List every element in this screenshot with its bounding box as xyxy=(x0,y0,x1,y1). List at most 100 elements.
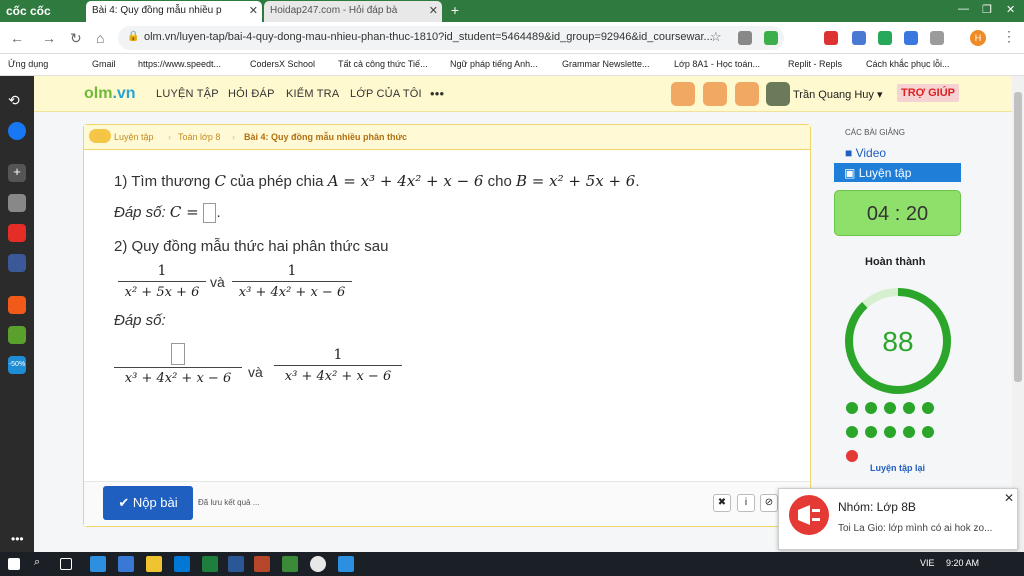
app-icon[interactable] xyxy=(90,556,106,572)
bookmark-codersx[interactable]: CodersX School xyxy=(250,59,315,69)
progress-dot[interactable] xyxy=(865,426,877,438)
new-tab-button[interactable]: + xyxy=(446,2,464,20)
star-icon[interactable]: ☆ xyxy=(710,29,722,45)
answer-1-input[interactable] xyxy=(203,203,217,224)
facebook-icon[interactable] xyxy=(8,254,26,272)
tab-hoidap[interactable]: Hoidap247.com - Hỏi đáp bà ✕ xyxy=(264,1,442,22)
shop-icon[interactable] xyxy=(8,296,26,314)
close-icon[interactable]: ✕ xyxy=(249,4,258,17)
bookmark-apps[interactable]: Ứng dụng xyxy=(8,59,48,69)
progress-dot[interactable] xyxy=(846,402,858,414)
menu-more[interactable]: ••• xyxy=(430,86,444,101)
user-name[interactable]: Trần Quang Huy ▾ xyxy=(793,88,883,101)
bookmark-gmail[interactable]: Gmail xyxy=(92,59,116,69)
bookmark-lop8a1[interactable]: Lớp 8A1 - Học toán... xyxy=(674,59,760,69)
reload-icon[interactable]: ↻ xyxy=(70,30,82,47)
extension-icon[interactable] xyxy=(852,31,866,45)
progress-dot[interactable] xyxy=(846,426,858,438)
menu-lop-cua-toi[interactable]: LỚP CỦA TÔI xyxy=(350,88,422,100)
breadcrumb-item[interactable]: Toán lớp 8 xyxy=(178,132,220,142)
app-icon[interactable] xyxy=(118,556,134,572)
word-icon[interactable] xyxy=(228,556,244,572)
close-icon[interactable]: ✖ xyxy=(713,494,731,512)
video-icon: ■ xyxy=(845,146,853,160)
url-field[interactable]: 🔒 olm.vn/luyen-tap/bai-4-quy-dong-mau-nh… xyxy=(118,26,784,50)
home-icon[interactable]: ⌂ xyxy=(96,30,104,46)
menu-kiem-tra[interactable]: KIỂM TRA xyxy=(286,88,339,100)
menu-hoi-dap[interactable]: HỎI ĐÁP xyxy=(228,88,275,100)
minimize-icon[interactable]: — xyxy=(958,3,969,15)
answer-2-label: Đáp số: xyxy=(114,312,166,329)
chrome-icon[interactable] xyxy=(310,556,326,572)
windows-start-icon[interactable] xyxy=(8,558,20,570)
progress-dot[interactable] xyxy=(884,402,896,414)
powerpoint-icon[interactable] xyxy=(254,556,270,572)
progress-dot[interactable] xyxy=(865,402,877,414)
progress-dot[interactable] xyxy=(903,426,915,438)
scrollbar-thumb[interactable] xyxy=(1014,92,1022,382)
search-icon[interactable]: ⌕ xyxy=(34,556,50,572)
menu-luyen-tap[interactable]: LUYỆN TẬP xyxy=(156,88,219,100)
progress-dot[interactable] xyxy=(903,402,915,414)
sale-badge[interactable]: -50% xyxy=(8,356,26,374)
folder-icon[interactable] xyxy=(146,556,162,572)
profile-icon[interactable] xyxy=(671,82,695,106)
forward-icon[interactable]: → xyxy=(42,30,56,46)
bookmark-replit[interactable]: Replit - Repls xyxy=(788,59,842,69)
help-button[interactable]: TRỢ GIÚP xyxy=(897,84,959,102)
site-logo[interactable]: olm.vn xyxy=(84,85,136,103)
youtube-icon[interactable] xyxy=(8,224,26,242)
answer-2-input[interactable] xyxy=(171,343,185,365)
bookmark-speedtest[interactable]: https://www.speedt... xyxy=(138,59,221,69)
shield-icon[interactable] xyxy=(738,31,752,45)
address-toolbar: ← → ↻ ⌂ 🔒 olm.vn/luyen-tap/bai-4-quy-don… xyxy=(0,22,1024,54)
back-icon[interactable]: ← xyxy=(10,30,24,46)
close-window-icon[interactable]: ✕ xyxy=(1006,3,1015,16)
more-icon[interactable]: ••• xyxy=(11,532,24,546)
clock[interactable]: 9:20 AM xyxy=(946,558,979,568)
store-icon[interactable] xyxy=(174,556,190,572)
menu-icon[interactable]: ⋮ xyxy=(1002,28,1016,45)
breadcrumb-item[interactable]: Luyện tập xyxy=(114,132,154,142)
coccoc-icon[interactable] xyxy=(282,556,298,572)
puzzle-icon[interactable] xyxy=(930,31,944,45)
task-view-icon[interactable] xyxy=(60,558,72,570)
messenger-icon[interactable] xyxy=(8,122,26,140)
progress-dot[interactable] xyxy=(922,426,934,438)
progress-dot[interactable] xyxy=(884,426,896,438)
tab-title: Hoidap247.com - Hỏi đáp bà xyxy=(270,5,398,16)
game-icon[interactable] xyxy=(8,326,26,344)
camera-icon[interactable] xyxy=(8,194,26,212)
block-icon[interactable]: ⊘ xyxy=(760,494,778,512)
bookmarks-bar: Ứng dụng Gmail https://www.speedt... Cod… xyxy=(0,54,1024,76)
profile-avatar[interactable]: H xyxy=(970,30,986,46)
opera-extension-icon[interactable] xyxy=(824,31,838,45)
add-icon[interactable]: + xyxy=(8,164,26,182)
answer-1-row: Đáp số: C = . xyxy=(114,203,221,224)
progress-dot[interactable] xyxy=(922,402,934,414)
bookmark-congthuc[interactable]: Tất cả công thức Tiế... xyxy=(338,59,428,69)
grammarly-icon[interactable] xyxy=(878,31,892,45)
progress-dot-wrong[interactable] xyxy=(846,450,858,462)
excel-icon[interactable] xyxy=(202,556,218,572)
chat-icon[interactable] xyxy=(703,82,727,106)
close-icon[interactable]: ✕ xyxy=(429,4,438,17)
info-icon[interactable]: i xyxy=(737,494,755,512)
history-icon[interactable]: ⟲ xyxy=(8,92,26,110)
globe-icon[interactable] xyxy=(735,82,759,106)
zalo-icon[interactable] xyxy=(338,556,354,572)
sidebar-item-video[interactable]: ■ Video xyxy=(845,146,886,160)
tab-olm[interactable]: Bài 4: Quy đồng mẫu nhiều p ✕ xyxy=(86,1,262,22)
bookmark-grammar[interactable]: Grammar Newslette... xyxy=(562,59,650,69)
close-icon[interactable]: ✕ xyxy=(1004,491,1014,505)
translate-icon[interactable] xyxy=(904,31,918,45)
bookmark-nguphap[interactable]: Ngữ pháp tiếng Anh... xyxy=(450,59,538,69)
bookmark-fix[interactable]: Cách khắc phục lỗi... xyxy=(866,59,950,69)
language-indicator[interactable]: VIE xyxy=(920,558,935,568)
submit-button[interactable]: ✔ Nộp bài xyxy=(103,486,193,520)
retry-link[interactable]: Luyện tập lại xyxy=(870,463,925,473)
download-icon[interactable] xyxy=(764,31,778,45)
avatar[interactable] xyxy=(766,82,790,106)
restore-icon[interactable]: ❐ xyxy=(982,3,992,16)
sidebar-item-luyen-tap[interactable]: ▣ Luyện tập xyxy=(834,163,961,182)
